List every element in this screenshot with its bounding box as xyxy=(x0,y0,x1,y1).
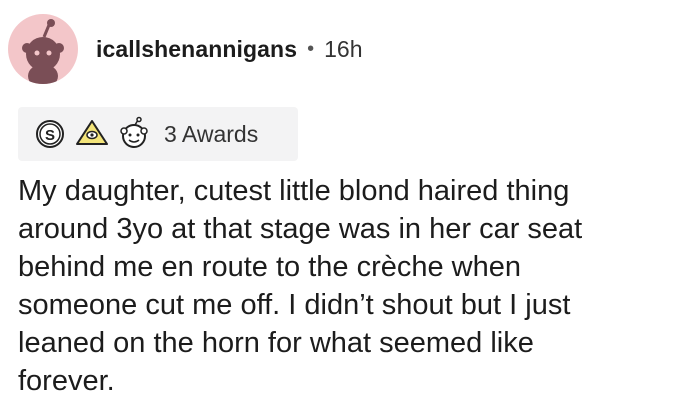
svg-text:S: S xyxy=(45,127,55,144)
comment-body: My daughter, cutest little blond haired … xyxy=(18,175,583,397)
comment: icallshenannigans • 16h S 3 Awards My da… xyxy=(0,0,700,412)
silver-award-icon: S xyxy=(32,116,68,152)
wholesome-award-icon xyxy=(116,116,152,152)
snoo-avatar-icon xyxy=(22,19,64,84)
username-link[interactable]: icallshenannigans xyxy=(96,36,297,63)
awards-count-label: 3 Awards xyxy=(164,120,259,147)
avatar[interactable] xyxy=(8,14,78,84)
comment-header: icallshenannigans • 16h xyxy=(8,14,363,84)
helpful-award-icon xyxy=(74,116,110,152)
awards-bar[interactable]: S 3 Awards xyxy=(18,107,298,161)
header-separator: • xyxy=(307,37,315,60)
comment-timestamp[interactable]: 16h xyxy=(324,36,362,63)
